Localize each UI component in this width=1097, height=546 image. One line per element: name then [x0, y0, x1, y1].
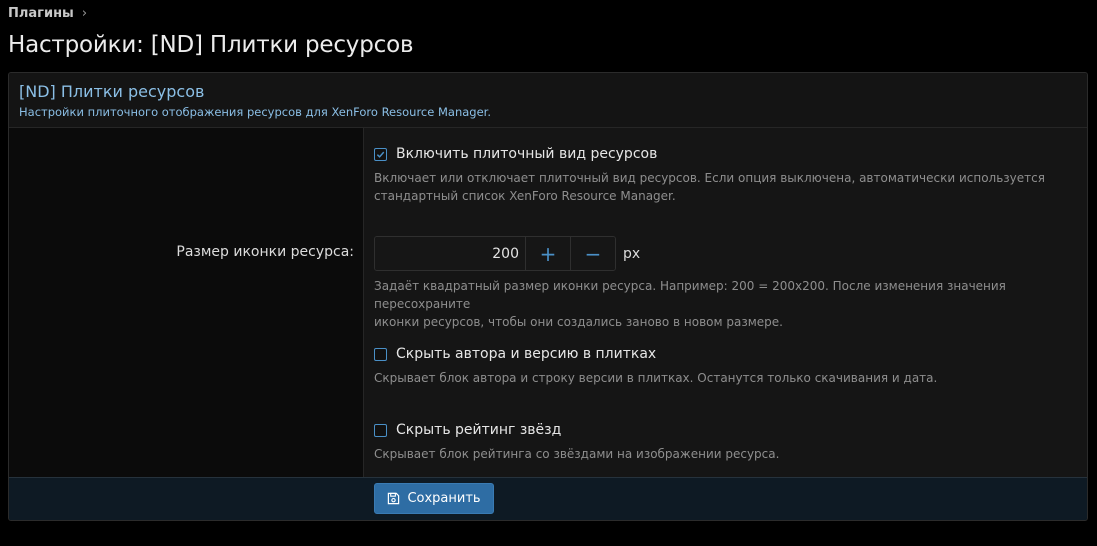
block-header: [ND] Плитки ресурсов Настройки плиточног… — [9, 73, 1087, 128]
icon-size-units: px — [623, 245, 641, 262]
save-icon — [388, 492, 400, 505]
form-body: Размер иконки ресурса: Включить плиточны… — [9, 128, 1087, 479]
checkmark-icon — [376, 151, 385, 158]
hide-author-hint: Скрывает блок автора и строку версии в п… — [374, 371, 938, 385]
chevron-right-icon: › — [81, 6, 88, 21]
breadcrumb-link-plugins[interactable]: Плагины — [8, 6, 74, 21]
options-block: [ND] Плитки ресурсов Настройки плиточног… — [8, 72, 1088, 521]
save-button[interactable]: Сохранить — [374, 483, 494, 514]
hide-rating-label[interactable]: Скрыть рейтинг звёзд — [396, 422, 561, 438]
increment-button[interactable]: + — [525, 237, 570, 270]
hide-author-label[interactable]: Скрыть автора и версию в плитках — [396, 346, 656, 362]
icon-size-label: Размер иконки ресурса: — [176, 244, 354, 260]
option-hide-author: Скрыть автора и версию в плитках Скрывае… — [374, 346, 1074, 387]
enable-grid-checkbox[interactable] — [374, 147, 387, 161]
block-description: Настройки плиточного отображения ресурсо… — [19, 105, 491, 119]
hide-author-checkbox[interactable] — [374, 347, 387, 361]
block-title: [ND] Плитки ресурсов — [19, 82, 205, 101]
form-footer: Сохранить — [9, 477, 1087, 520]
icon-size-input[interactable] — [375, 237, 525, 270]
enable-grid-label[interactable]: Включить плиточный вид ресурсов — [396, 146, 657, 162]
save-button-label: Сохранить — [407, 491, 481, 506]
hide-rating-hint: Скрывает блок рейтинга со звёздами на из… — [374, 447, 780, 461]
icon-size-stepper: + − — [374, 236, 616, 271]
decrement-button[interactable]: − — [570, 237, 615, 270]
hide-rating-checkbox[interactable] — [374, 423, 387, 437]
page-title: Настройки: [ND] Плитки ресурсов — [8, 32, 414, 58]
option-hide-rating: Скрыть рейтинг звёзд Скрывает блок рейти… — [374, 422, 1074, 463]
enable-grid-hint: Включает или отключает плиточный вид рес… — [374, 171, 1045, 203]
option-icon-size: + − px Задаёт квадратный размер иконки р… — [374, 236, 1074, 331]
label-column: Размер иконки ресурса: — [9, 128, 364, 479]
breadcrumb: Плагины › — [8, 6, 87, 21]
icon-size-hint: Задаёт квадратный размер иконки ресурса.… — [374, 279, 1006, 329]
option-enable-grid: Включить плиточный вид ресурсов Включает… — [374, 146, 1074, 205]
